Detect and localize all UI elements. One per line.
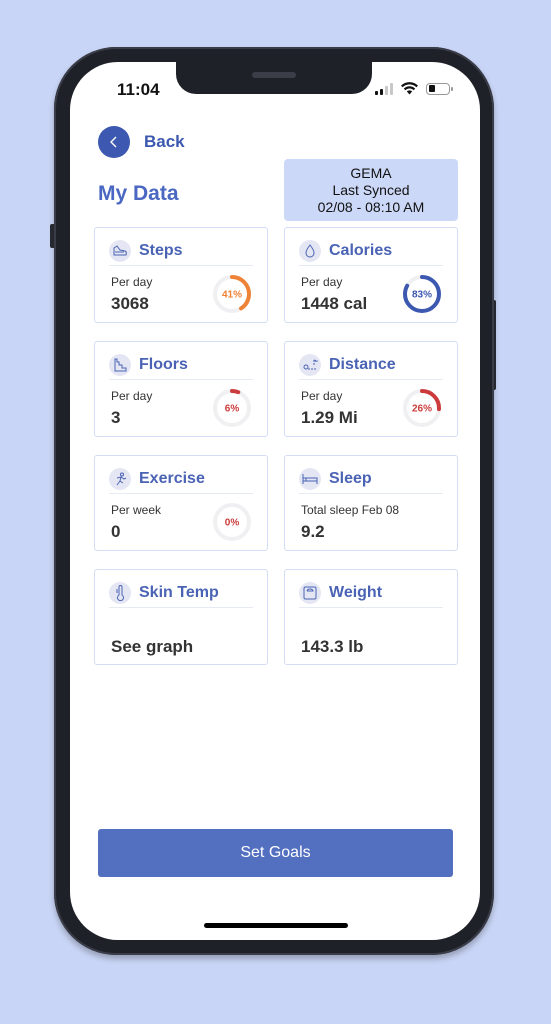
progress-percent-label: 0% <box>225 518 240 529</box>
progress-percent-label: 41% <box>222 290 242 301</box>
progress-ring: 0% <box>213 503 251 541</box>
bed-icon <box>299 467 321 490</box>
card-title: Distance <box>329 355 396 373</box>
card-exercise[interactable]: Exercise Per week 0 0% <box>94 455 268 551</box>
chevron-left-icon <box>98 126 130 158</box>
shoe-icon <box>109 239 131 262</box>
progress-ring: 26% <box>403 389 441 427</box>
card-title: Steps <box>139 241 183 259</box>
card-value: See graph <box>111 637 194 656</box>
progress-percent-label: 6% <box>225 404 240 415</box>
card-floors[interactable]: Floors Per day 3 6% <box>94 341 268 437</box>
card-value: 1448 cal <box>301 294 368 313</box>
card-value: 0 <box>111 522 121 541</box>
home-indicator <box>204 923 348 928</box>
card-subtitle: Per day <box>301 275 343 289</box>
progress-ring: 83% <box>403 275 441 313</box>
card-title: Calories <box>329 241 393 259</box>
set-goals-button[interactable]: Set Goals <box>98 829 453 877</box>
progress-percent-label: 83% <box>412 290 432 301</box>
card-skin-temp[interactable]: Skin Temp See graph <box>94 569 268 665</box>
page-title: My Data <box>98 182 179 205</box>
sync-label: Last Synced <box>332 182 410 198</box>
card-value: 3068 <box>111 294 149 313</box>
card-title: Weight <box>329 583 383 601</box>
card-subtitle: Per week <box>111 503 162 517</box>
card-value: 3 <box>111 408 121 427</box>
thermometer-icon <box>109 581 131 604</box>
sync-datetime: 02/08 - 08:10 AM <box>317 199 425 215</box>
back-label: Back <box>144 132 185 151</box>
notch <box>176 62 372 94</box>
card-title: Sleep <box>329 469 372 487</box>
card-weight[interactable]: Weight 143.3 lb <box>284 569 458 665</box>
scale-icon <box>299 581 321 604</box>
card-value: 9.2 <box>301 522 325 541</box>
signal-icon <box>375 82 393 95</box>
progress-percent-label: 26% <box>412 404 432 415</box>
status-time: 11:04 <box>117 80 160 99</box>
wifi-icon <box>401 82 418 95</box>
card-distance[interactable]: Distance Per day 1.29 Mi 26% <box>284 341 458 437</box>
card-subtitle: Per day <box>111 275 153 289</box>
card-value: 143.3 lb <box>301 637 364 656</box>
card-subtitle: Per day <box>301 389 343 403</box>
stairs-icon <box>109 353 131 376</box>
metrics-grid: Steps Per day 3068 41% Calories Per day … <box>94 227 458 665</box>
status-icons <box>375 82 453 95</box>
running-icon <box>109 467 131 490</box>
card-title: Exercise <box>139 469 205 487</box>
card-subtitle: Total sleep Feb 08 <box>301 503 400 517</box>
speaker <box>252 72 296 78</box>
card-steps[interactable]: Steps Per day 3068 41% <box>94 227 268 323</box>
card-value: 1.29 Mi <box>301 408 358 427</box>
card-calories[interactable]: Calories Per day 1448 cal 83% <box>284 227 458 323</box>
progress-ring: 6% <box>213 389 251 427</box>
device-name: GEMA <box>350 165 392 181</box>
flame-icon <box>299 239 321 262</box>
card-title: Skin Temp <box>139 583 219 601</box>
card-sleep[interactable]: Sleep Total sleep Feb 08 9.2 <box>284 455 458 551</box>
card-title: Floors <box>139 355 188 373</box>
back-button[interactable]: Back <box>98 126 185 158</box>
card-subtitle: Per day <box>111 389 153 403</box>
route-icon <box>299 353 321 376</box>
sync-status-box: GEMA Last Synced 02/08 - 08:10 AM <box>284 159 458 221</box>
progress-ring: 41% <box>213 275 251 313</box>
battery-icon <box>426 82 453 95</box>
phone-screen: 11:04 Back My Data GEMA Last Synced 02/0… <box>70 62 480 940</box>
